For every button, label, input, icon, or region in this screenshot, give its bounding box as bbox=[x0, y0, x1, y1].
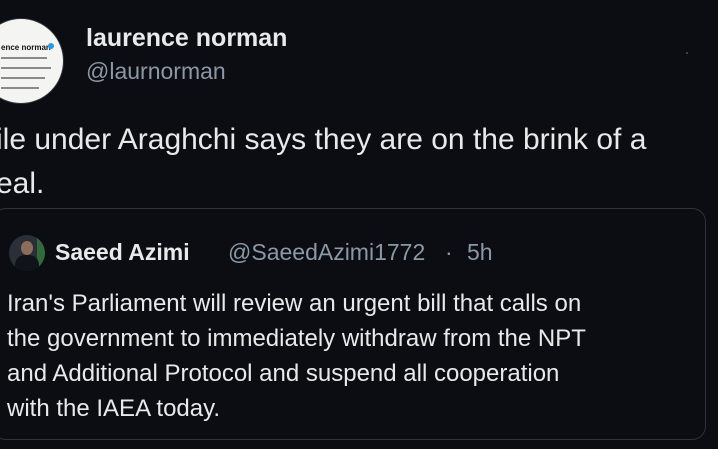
tweet-text: ile under Araghchi says they are on the … bbox=[0, 118, 716, 206]
quoted-text-line: the government to immediately withdraw f… bbox=[7, 325, 586, 352]
quoted-text-line: Iran's Parliament will review an urgent … bbox=[7, 290, 582, 317]
avatar-preview-name: ence norman bbox=[1, 43, 51, 52]
avatar-preview-line bbox=[1, 77, 45, 79]
person-suit-icon bbox=[15, 255, 39, 271]
quoted-tweet-text: Iran's Parliament will review an urgent … bbox=[7, 286, 697, 426]
separator-dot: · bbox=[445, 239, 453, 265]
quoted-author-avatar[interactable] bbox=[9, 235, 45, 271]
quoted-author-handle[interactable]: @SaeedAzimi1772 bbox=[228, 239, 425, 266]
quoted-tweet-card[interactable]: Saeed Azimi @SaeedAzimi1772 · 5h Iran's … bbox=[0, 208, 706, 440]
author-name[interactable]: laurence norman bbox=[86, 24, 287, 53]
avatar-preview-line bbox=[1, 57, 47, 59]
verified-badge-icon bbox=[48, 43, 54, 49]
tweet-text-line: ile under Araghchi says they are on the … bbox=[0, 123, 647, 156]
person-face-icon bbox=[21, 241, 33, 255]
quoted-text-line: and Additional Protocol and suspend all … bbox=[7, 360, 560, 387]
author-handle[interactable]: @laurnorman bbox=[86, 58, 226, 85]
avatar-preview-line bbox=[1, 67, 51, 69]
avatar-preview-line bbox=[1, 87, 39, 89]
tweet-text-line: eal. bbox=[0, 167, 45, 200]
more-options-dot-icon bbox=[686, 52, 688, 54]
author-avatar[interactable]: ence norman bbox=[0, 18, 64, 104]
quoted-tweet-time[interactable]: 5h bbox=[467, 239, 493, 266]
quoted-text-line: with the IAEA today. bbox=[7, 395, 221, 422]
quoted-author-name[interactable]: Saeed Azimi bbox=[55, 239, 190, 266]
